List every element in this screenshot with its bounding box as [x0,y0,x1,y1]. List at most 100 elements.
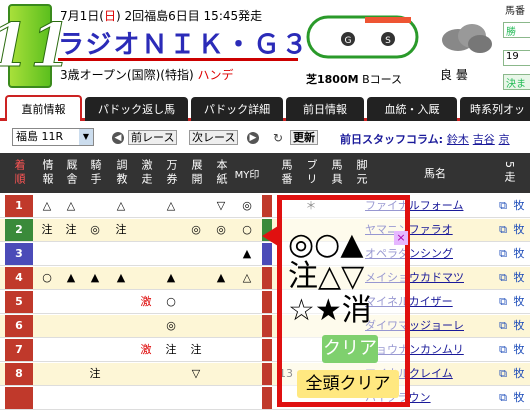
prev-arrow-icon[interactable]: ◀ [112,132,124,144]
right-tab-result[interactable]: 決ま [503,74,530,90]
mark-cell [185,291,207,313]
mark-cell[interactable] [233,291,261,313]
five-race-link[interactable]: 牧 [512,291,526,313]
race-condition: 3歳オープン(国際)(特指) ハンデ [60,68,234,82]
mark-cell [160,363,182,385]
close-icon[interactable]: × [394,231,408,245]
mark-cell [110,243,132,265]
mark-cell: ◎ [216,223,226,236]
col-gear: 馬具 [330,159,343,187]
next-race-button[interactable]: 次レース [189,130,239,145]
tab-odds-timeline[interactable]: 時系列オッ [460,97,530,121]
rank-cell: 4 [5,267,33,289]
cloudy-icon [442,24,492,53]
race-number-badge: 11 [0,4,72,88]
mark-cell: △ [66,199,76,212]
mark-cell: ○ [166,295,176,308]
tab-paddock-return[interactable]: パドック返し馬 [85,97,188,121]
five-race-link[interactable]: 牧 [512,195,526,217]
prev-race-button[interactable]: 前レース [128,130,178,145]
col-tenkai: 展開 [190,159,203,187]
rank-cell [5,387,33,409]
right-tab-num[interactable]: 19 [503,50,530,66]
mark-cell[interactable]: ▲ [233,243,261,265]
five-race-link[interactable]: 牧 [512,363,526,385]
mark-cell: ▲ [166,271,176,284]
staff-link-other[interactable]: 京 [499,133,510,146]
external-link-icon[interactable]: ⧉ [496,315,510,337]
mark-cell [60,243,82,265]
frame-color [262,195,272,217]
mark-cell[interactable] [233,387,261,409]
mark-cell [36,243,58,265]
mark-cell[interactable]: ○ [233,219,261,241]
external-link-icon[interactable]: ⧉ [496,219,510,241]
table-row: 5激○マイネルカイザー⧉牧 [0,291,530,314]
external-link-icon[interactable]: ⧉ [496,243,510,265]
rank-cell: 5 [5,291,33,313]
external-link-icon[interactable]: ⧉ [496,291,510,313]
external-link-icon[interactable]: ⧉ [496,387,510,409]
external-link-icon[interactable]: ⧉ [496,339,510,361]
mark-cell[interactable] [233,363,261,385]
refresh-icon[interactable]: ↻ [272,132,284,144]
clear-button[interactable]: クリア [322,335,378,363]
refresh-button[interactable]: 更新 [290,130,318,145]
tab-paddock-detail[interactable]: パドック詳細 [191,97,283,121]
col-horse-num: 馬番 [280,159,293,187]
mark-cell: 激 [140,295,152,308]
mark-cell [210,243,232,265]
tab-previous-day[interactable]: 前日情報 [286,97,364,121]
col-manken: 万券 [165,159,178,187]
right-tab-horse-no[interactable]: 馬番 [503,2,530,18]
mark-popup: ◎○▲ × 注△▽ ☆★消 クリア 全頭クリア [277,195,410,407]
all-clear-button[interactable]: 全頭クリア [297,370,399,398]
five-race-link[interactable]: 牧 [512,339,526,361]
mark-cell [210,315,232,337]
five-race-link[interactable]: 牧 [512,243,526,265]
start-marker: S [385,36,391,46]
staff-link-yoshitani[interactable]: 吉谷 [473,133,495,146]
table-row: ハイクラウン⧉牧 [0,387,530,410]
mark-row-1[interactable]: ◎○▲ [288,230,363,260]
tab-chokuzen[interactable]: 直前情報 [5,95,82,121]
mark-cell: ▲ [216,271,226,284]
mark-row-2[interactable]: 注△▽ [288,262,364,292]
mark-cell: 激 [140,343,152,356]
race-select[interactable]: 福島 11R ▼ [12,128,94,146]
mark-cell [110,315,132,337]
frame-color [262,339,272,361]
mark-cell [84,339,106,361]
staff-link-suzuki[interactable]: 鈴木 [447,133,469,146]
mark-cell[interactable]: ◎ [233,195,261,217]
five-race-link[interactable]: 牧 [512,387,526,409]
mark-cell [36,363,58,385]
col-gekiso: 激走 [140,159,153,187]
mark-cell: ◎ [166,319,176,332]
mark-cell [36,315,58,337]
external-link-icon[interactable]: ⧉ [496,195,510,217]
mark-cell: 注 [190,343,202,356]
five-race-link[interactable]: 牧 [512,219,526,241]
mark-cell[interactable] [233,315,261,337]
mark-row-3[interactable]: ☆★消 [288,296,372,326]
table-row: 7 激注注ショウナンカンムリ ⧉ 牧 [0,339,530,362]
mark-cell [60,291,82,313]
external-link-icon[interactable]: ⧉ [496,267,510,289]
race-header: 11 7月1日(日) 2回福島6日目 15:45発走 ラジオＮＩＫ・Ｇ３ 3歳オ… [0,0,530,95]
mark-cell [36,339,58,361]
five-race-link[interactable]: 牧 [512,267,526,289]
tab-pedigree[interactable]: 血統・入厩 [367,97,457,121]
frame-color [262,387,272,409]
mark-cell [60,315,82,337]
external-link-icon[interactable]: ⧉ [496,363,510,385]
five-race-link[interactable]: 牧 [512,315,526,337]
next-arrow-icon[interactable]: ▶ [247,132,259,144]
grid-header: 着順 情報 厩舎 騎手 調教 激走 万券 展開 本紙 MY印 馬番 ブリ 馬具 … [0,153,530,193]
rank-cell: 2 [5,219,33,241]
mark-cell[interactable]: △ [233,267,261,289]
mark-cell [135,387,157,409]
right-tab-win[interactable]: 勝 [503,22,530,38]
mark-cell[interactable] [233,339,261,361]
mark-cell [185,243,207,265]
